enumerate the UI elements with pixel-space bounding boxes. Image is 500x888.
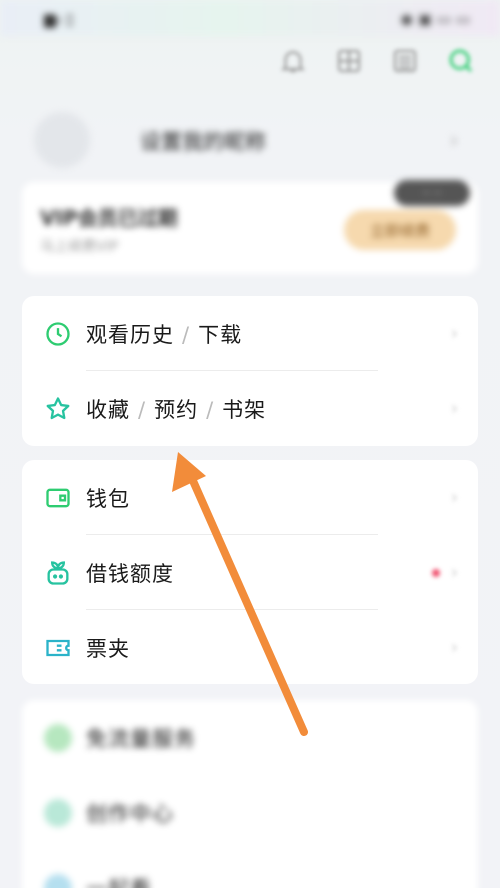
menu-item-wallet[interactable]: 钱包 › (22, 460, 478, 535)
menu-item-label: 钱包 (86, 486, 130, 511)
bell-icon[interactable] (276, 44, 310, 78)
menu-item-label: 免流量服务 (86, 726, 196, 751)
separator: / (206, 397, 215, 422)
menu-item-label: 观看历史 / 下载 (86, 319, 242, 349)
menu-item-label: 借钱额度 (86, 561, 174, 586)
circle-icon (44, 873, 72, 888)
search-icon[interactable] (444, 44, 478, 78)
favorites-link[interactable]: 收藏 (86, 398, 130, 422)
menu-item-favorites[interactable]: 收藏 / 预约 / 书架 › (22, 371, 478, 446)
avatar[interactable] (34, 112, 90, 168)
chevron-right-icon: › (450, 398, 458, 419)
menu-item-credit-limit[interactable]: 借钱额度 › (22, 535, 478, 610)
reservation-link[interactable]: 预约 (154, 398, 198, 422)
profile-row[interactable]: 设置我的昵称 › (22, 104, 478, 174)
menu-item-label: 票夹 (86, 636, 130, 661)
profile-name[interactable]: 设置我的昵称 (140, 126, 266, 156)
separator: / (182, 322, 191, 347)
sprout-icon (44, 559, 72, 587)
star-icon (44, 395, 72, 423)
vip-badge: ·· ·· (394, 180, 470, 206)
menu-item-free-data[interactable]: 免流量服务 (22, 700, 478, 775)
clock-icon (44, 320, 72, 348)
vip-title: VIP会员已过期 (40, 206, 178, 230)
circle-icon (44, 798, 72, 827)
separator: / (138, 397, 147, 422)
menu-item-tickets[interactable]: 票夹 › (22, 610, 478, 685)
menu-item-label: 创作中心 (86, 801, 174, 826)
status-bar: ▆ᵢₗ ▯ ◉ ▣ ▭ ▭ (0, 0, 500, 36)
chevron-right-icon: › (450, 562, 458, 583)
renew-vip-button[interactable]: 立即续费 (344, 210, 456, 250)
menu-icon[interactable] (388, 44, 422, 78)
menu-card-services: 免流量服务 创作中心 一起看 (22, 700, 478, 888)
menu-card-finance: 钱包 › 借钱额度 › 票夹 › (22, 460, 478, 684)
status-battery: ◉ ▣ ▭ ▭ (400, 10, 470, 28)
vip-card[interactable]: VIP会员已过期 马上续费VIP ·· ·· 立即续费 (22, 180, 478, 274)
chevron-right-icon: › (450, 637, 458, 658)
menu-item-label: 收藏 / 预约 / 书架 (86, 394, 266, 424)
top-toolbar (276, 44, 478, 78)
notification-dot (432, 568, 440, 577)
scan-icon[interactable] (332, 44, 366, 78)
menu-item-label: 一起看 (86, 873, 152, 888)
ticket-icon (44, 634, 72, 662)
menu-card-history: 观看历史 / 下载 › 收藏 / 预约 / 书架 › (22, 296, 478, 446)
vip-subtitle: 马上续费VIP (40, 239, 119, 255)
menu-item-creator-center[interactable]: 创作中心 (22, 775, 478, 850)
chevron-right-icon: › (450, 128, 458, 152)
wallet-icon (44, 484, 72, 512)
circle-icon (44, 723, 72, 752)
chevron-right-icon: › (450, 323, 458, 344)
bookshelf-link[interactable]: 书架 (222, 398, 266, 422)
chevron-right-icon: › (450, 487, 458, 508)
menu-item-history-download[interactable]: 观看历史 / 下载 › (22, 296, 478, 371)
history-link[interactable]: 观看历史 (86, 323, 174, 347)
download-link[interactable]: 下载 (198, 323, 242, 347)
menu-item-watch-together[interactable]: 一起看 (22, 850, 478, 888)
status-signal: ▆ᵢₗ ▯ (44, 10, 74, 28)
